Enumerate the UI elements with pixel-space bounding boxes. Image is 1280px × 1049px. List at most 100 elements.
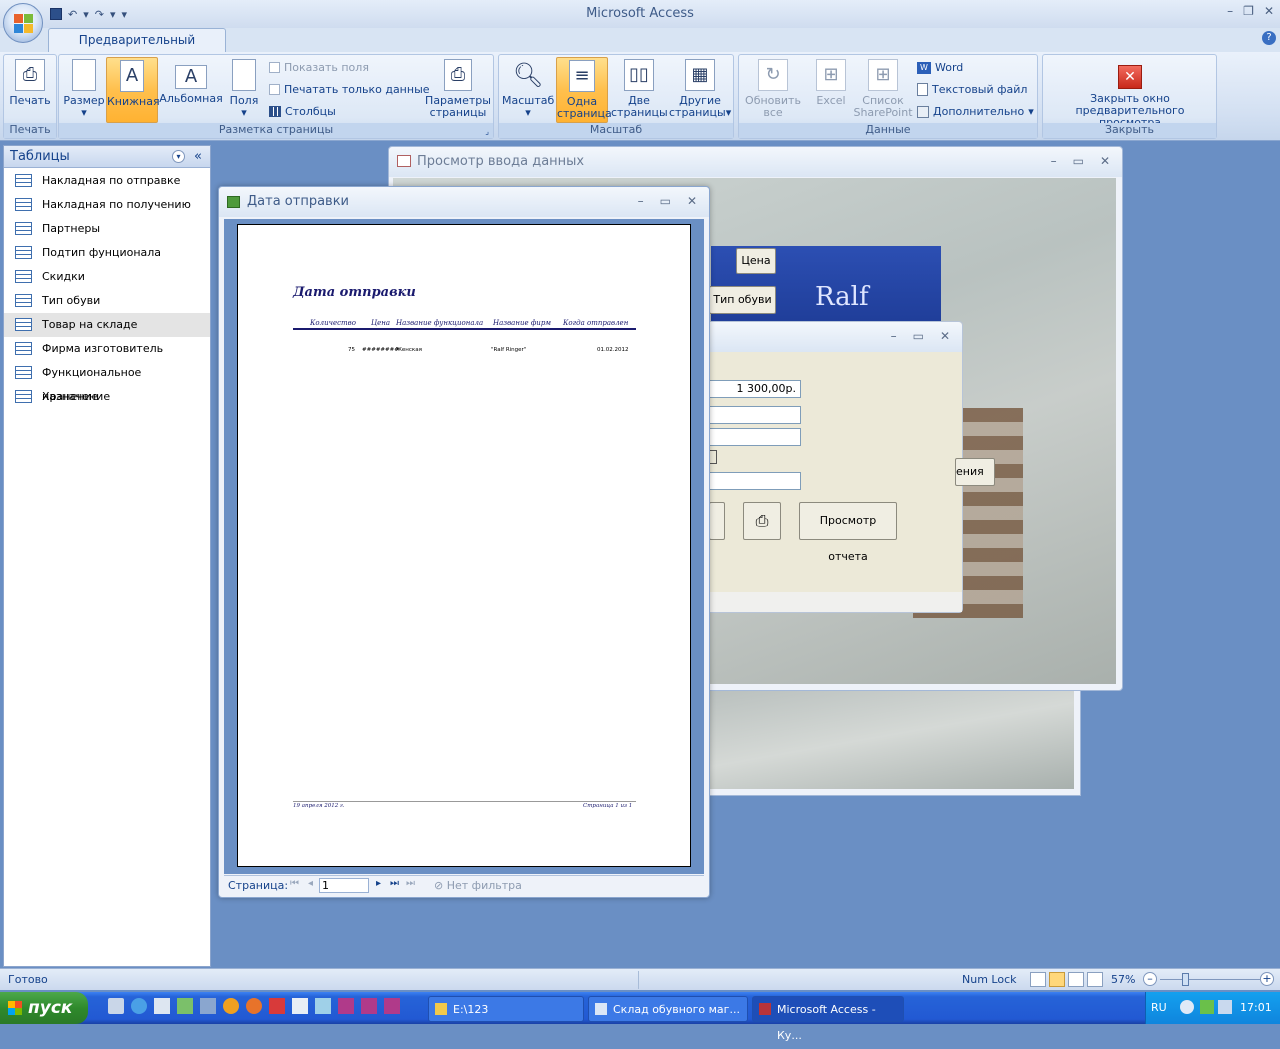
view-design-icon[interactable]	[1087, 972, 1103, 987]
report-preview-button[interactable]: Просмотр отчета	[799, 502, 897, 563]
close-icon[interactable]: ✕	[1100, 154, 1110, 168]
start-button[interactable]: пуск	[0, 992, 88, 1024]
maximize-icon[interactable]: ▭	[1073, 154, 1084, 168]
app-icon[interactable]	[315, 998, 331, 1014]
zoom-slider-thumb[interactable]	[1182, 973, 1189, 986]
restore-icon[interactable]: ❐	[1243, 4, 1254, 18]
close-icon[interactable]: ✕	[1264, 4, 1274, 18]
office-button[interactable]	[3, 3, 43, 43]
nav-item-firma[interactable]: Фирма изготовитель	[4, 337, 210, 361]
task-explorer[interactable]: E:\123	[428, 996, 584, 1022]
form-field-4[interactable]	[709, 472, 801, 490]
size-button[interactable]: Размер ▾	[62, 57, 106, 119]
firefox-icon[interactable]	[246, 998, 262, 1014]
page-number-input[interactable]: 1	[319, 878, 369, 893]
info-icon[interactable]	[223, 998, 239, 1014]
excel-export-button[interactable]: ⊞ Excel	[809, 57, 853, 107]
dialog-launcher-icon[interactable]: ⌟	[485, 127, 489, 136]
nav-item-tovar-na-sklade[interactable]: Товар на складе	[4, 313, 210, 337]
zoom-in-icon[interactable]: +	[1260, 972, 1274, 986]
text-file-export-button[interactable]: Текстовый файл	[917, 83, 1027, 96]
columns-button[interactable]: Столбцы	[269, 105, 336, 118]
minimize-icon[interactable]: –	[1051, 154, 1057, 168]
price-button[interactable]: Цена	[736, 248, 776, 274]
view-layout-icon[interactable]	[1049, 972, 1065, 987]
first-page-icon[interactable]: ⏮	[290, 878, 299, 889]
zoom-slider-track[interactable]	[1160, 979, 1260, 980]
word-export-button[interactable]: W Word	[917, 61, 963, 74]
nav-item-podtip[interactable]: Подтип фунционала	[4, 241, 210, 265]
minimize-icon[interactable]: –	[638, 194, 644, 208]
close-icon[interactable]: ✕	[940, 329, 950, 343]
app-icon[interactable]	[338, 998, 354, 1014]
minimize-icon[interactable]: –	[1227, 4, 1233, 18]
nav-menu-dropdown-icon[interactable]: ▾	[172, 150, 185, 163]
one-page-button[interactable]: ≡ Одна страница	[556, 57, 612, 123]
last-page-icon[interactable]: ⏭	[390, 878, 399, 889]
nav-item-nakladnaya-otpravka[interactable]: Накладная по отправке	[4, 169, 210, 193]
help-icon[interactable]: ?	[1262, 31, 1276, 45]
minimize-icon[interactable]: –	[891, 329, 897, 343]
margins-button[interactable]: Поля ▾	[227, 57, 261, 119]
task-access[interactable]: Microsoft Access - Ку...	[752, 996, 904, 1042]
nav-item-partnery[interactable]: Партнеры	[4, 217, 210, 241]
app-icon[interactable]	[361, 998, 377, 1014]
new-record-icon[interactable]: ⏭	[406, 878, 415, 889]
maximize-icon[interactable]: ▭	[660, 194, 671, 208]
price-field[interactable]: 1 300,00р.	[709, 380, 801, 398]
tray-icon[interactable]	[1200, 1000, 1214, 1014]
view-print-preview-icon[interactable]	[1030, 972, 1046, 987]
more-export-button[interactable]: Дополнительно ▾	[917, 105, 1034, 118]
page-layout-group: Размер ▾ A Книжная A Альбомная Поля ▾ Пока…	[58, 54, 494, 139]
refresh-all-button[interactable]: ↻ Обновить все	[742, 57, 804, 119]
nav-item-hranenie[interactable]: Хранение	[4, 385, 210, 409]
partial-button[interactable]: ения	[955, 458, 995, 486]
nav-item-skidki[interactable]: Скидки	[4, 265, 210, 289]
zoom-out-icon[interactable]: –	[1143, 972, 1157, 986]
tab-print-preview[interactable]: Предварительный просмотр	[48, 28, 226, 70]
app-icon[interactable]	[269, 998, 285, 1014]
more-pages-button[interactable]: ▦ Другие страницы▾	[669, 57, 731, 119]
form-checkbox[interactable]	[709, 450, 717, 464]
form-field-2[interactable]	[709, 406, 801, 424]
app-icon[interactable]	[177, 998, 193, 1014]
portrait-button[interactable]: A Книжная	[106, 57, 160, 123]
print-data-only-checkbox[interactable]: Печатать только данные	[269, 83, 430, 96]
show-fields-checkbox[interactable]: Показать поля	[269, 61, 369, 74]
nav-item-nakladnaya-poluchenie[interactable]: Накладная по получению	[4, 193, 210, 217]
next-page-icon[interactable]: ▸	[376, 878, 381, 889]
prev-page-icon[interactable]: ◂	[308, 878, 313, 889]
sharepoint-list-button[interactable]: ⊞ Список SharePoint	[853, 57, 913, 119]
network-icon[interactable]	[1218, 1000, 1232, 1014]
task-word[interactable]: Склад обувного маг...	[588, 996, 748, 1022]
print-button[interactable]: ⎙ Печать	[7, 57, 53, 107]
desktop-icon[interactable]	[154, 998, 170, 1014]
landscape-button[interactable]: A Альбомная	[159, 57, 223, 105]
nav-pane-header[interactable]: Таблицы ▾ «	[4, 146, 210, 168]
no-filter-button[interactable]: ⊘ Нет фильтра	[434, 879, 522, 892]
language-indicator[interactable]: RU	[1151, 1001, 1167, 1014]
form-button-partial[interactable]	[709, 502, 725, 540]
app-icon[interactable]	[384, 998, 400, 1014]
collapse-pane-icon[interactable]: «	[194, 146, 202, 168]
maximize-icon[interactable]: ▭	[913, 329, 924, 343]
quick-launch-icon[interactable]	[108, 998, 124, 1014]
two-pages-button[interactable]: ▯▯ Две страницы	[611, 57, 668, 119]
close-icon[interactable]: ✕	[687, 194, 697, 208]
page-setup-button[interactable]: ⎙ Параметры страницы	[423, 57, 493, 119]
col-header-func: Название функционала	[396, 319, 484, 327]
table-icon	[15, 174, 32, 187]
nav-item-tip-obuvi[interactable]: Тип обуви	[4, 289, 210, 313]
print-report-button[interactable]: ⎙	[743, 502, 781, 540]
shoe-type-button[interactable]: Тип обуви	[709, 286, 776, 314]
nav-item-funkcionalnoe[interactable]: Функциональное назначение	[4, 361, 210, 403]
show-fields-label: Показать поля	[284, 61, 369, 74]
ie-icon[interactable]	[131, 998, 147, 1014]
tray-expand-icon[interactable]	[1180, 1000, 1194, 1014]
app-icon[interactable]	[200, 998, 216, 1014]
view-report-icon[interactable]	[1068, 972, 1084, 987]
form-field-3[interactable]	[709, 428, 801, 446]
close-preview-button[interactable]: ✕ Закрыть окно предварительного просмотр…	[1045, 57, 1215, 129]
zoom-button[interactable]: 🔍︎ Масштаб ▾	[502, 57, 554, 119]
app-icon[interactable]	[292, 998, 308, 1014]
